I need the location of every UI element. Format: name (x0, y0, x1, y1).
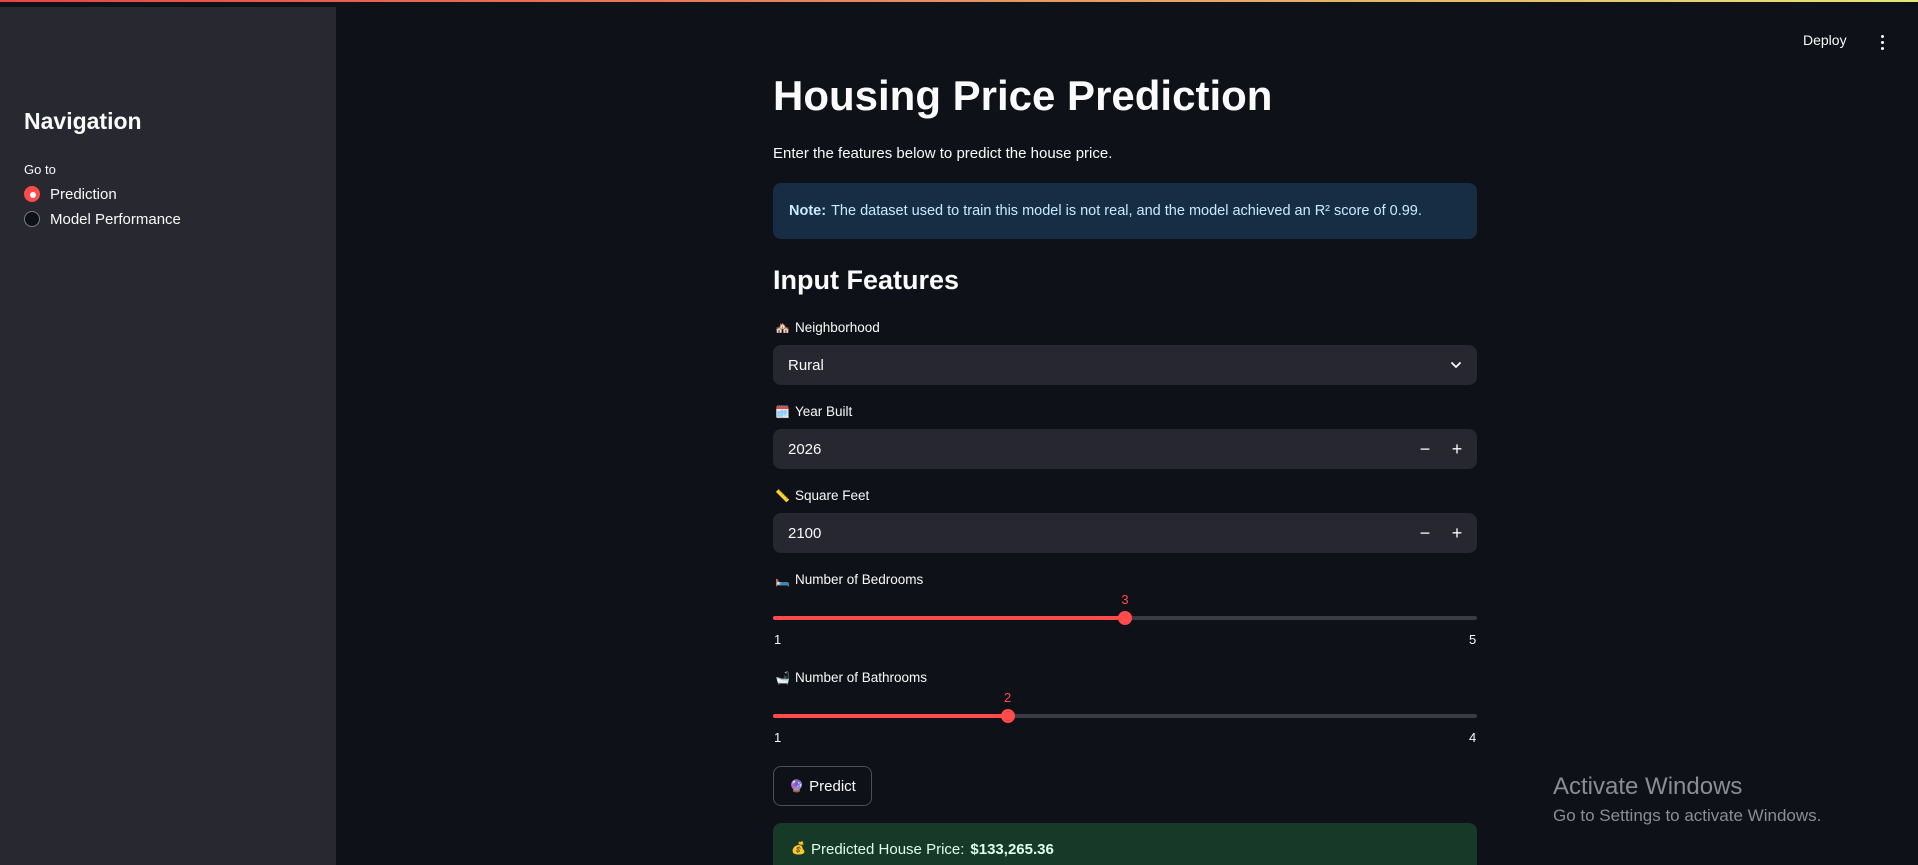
square-feet-decrement-button[interactable]: − (1409, 513, 1441, 553)
bedrooms-slider-value: 3 (1121, 592, 1129, 607)
info-note: Note: The dataset used to train this mod… (773, 183, 1477, 239)
bedrooms-slider[interactable]: 3 (773, 592, 1477, 625)
chevron-down-icon (1451, 362, 1461, 368)
note-text: The dataset used to train this model is … (831, 203, 1422, 219)
houses-icon: 🏘️ (775, 320, 790, 335)
bedrooms-label: 🛏️ Number of Bedrooms (775, 572, 923, 587)
neighborhood-label-text: Neighborhood (795, 320, 880, 335)
neighborhood-select[interactable]: Rural (773, 345, 1477, 385)
prediction-result: 💰 Predicted House Price: $133,265.36 (773, 823, 1477, 865)
radio-label-model-performance: Model Performance (50, 210, 181, 228)
square-feet-increment-button[interactable]: + (1441, 513, 1473, 553)
square-feet-label: 📏 Square Feet (775, 488, 869, 503)
radio-unselected-icon[interactable] (24, 211, 40, 227)
bathrooms-slider[interactable]: 2 (773, 690, 1477, 723)
bathrooms-min-label: 1 (774, 730, 782, 745)
bathrooms-max-label: 4 (1469, 730, 1477, 745)
section-title: Input Features (773, 265, 960, 295)
money-bag-icon: 💰 (791, 841, 806, 855)
square-feet-input[interactable]: 2100 − + (773, 513, 1477, 553)
predict-button[interactable]: 🔮 Predict (773, 766, 872, 806)
bathrooms-slider-fill (773, 714, 1008, 718)
crystal-ball-icon: 🔮 (789, 779, 805, 793)
top-decoration-bar (0, 0, 1918, 7)
bathrooms-label-text: Number of Bathrooms (795, 670, 928, 685)
bedrooms-label-text: Number of Bedrooms (795, 572, 924, 587)
page-title: Housing Price Prediction (773, 72, 1273, 119)
activate-windows-subtitle: Go to Settings to activate Windows. (1553, 806, 1822, 825)
predict-button-label: Predict (809, 777, 856, 795)
radio-option-model-performance[interactable]: Model Performance (24, 208, 181, 230)
bathrooms-slider-value: 2 (1004, 690, 1012, 705)
result-value: $133,265.36 (970, 841, 1054, 858)
square-feet-label-text: Square Feet (795, 488, 870, 503)
year-built-label: 🗓️ Year Built (775, 404, 852, 419)
bathrooms-label: 🛁 Number of Bathrooms (775, 670, 927, 685)
bathrooms-slider-thumb[interactable] (1000, 709, 1015, 723)
radio-selected-icon[interactable] (24, 186, 40, 202)
calendar-icon: 🗓️ (775, 404, 790, 419)
radio-option-prediction[interactable]: Prediction (24, 183, 117, 205)
goto-label: Go to (24, 162, 56, 177)
neighborhood-label: 🏘️ Neighborhood (775, 320, 880, 335)
bedrooms-max-label: 5 (1469, 632, 1477, 647)
sidebar: Navigation Go to Prediction Model Perfor… (0, 7, 336, 865)
year-built-increment-button[interactable]: + (1441, 429, 1473, 469)
year-built-input[interactable]: 2026 − + (773, 429, 1477, 469)
radio-label-prediction: Prediction (50, 185, 117, 203)
activate-windows-title: Activate Windows (1553, 773, 1743, 800)
page-subtitle: Enter the features below to predict the … (773, 145, 1113, 162)
year-built-value[interactable]: 2026 (788, 441, 821, 458)
note-bold-label: Note: (789, 203, 827, 219)
bedrooms-slider-fill (773, 616, 1125, 620)
bathtub-icon: 🛁 (775, 670, 790, 685)
neighborhood-value: Rural (788, 356, 824, 374)
sidebar-title: Navigation (24, 108, 142, 134)
result-label: Predicted House Price: (811, 841, 965, 858)
year-built-label-text: Year Built (795, 404, 853, 419)
bedrooms-min-label: 1 (774, 632, 782, 647)
year-built-decrement-button[interactable]: − (1409, 429, 1441, 469)
ruler-icon: 📏 (775, 488, 790, 503)
deploy-button[interactable]: Deploy (1803, 32, 1847, 48)
vertical-ellipsis-icon[interactable] (1874, 32, 1890, 52)
bed-icon: 🛏️ (775, 572, 790, 587)
square-feet-value[interactable]: 2100 (788, 525, 821, 542)
bedrooms-slider-thumb[interactable] (1118, 611, 1132, 625)
